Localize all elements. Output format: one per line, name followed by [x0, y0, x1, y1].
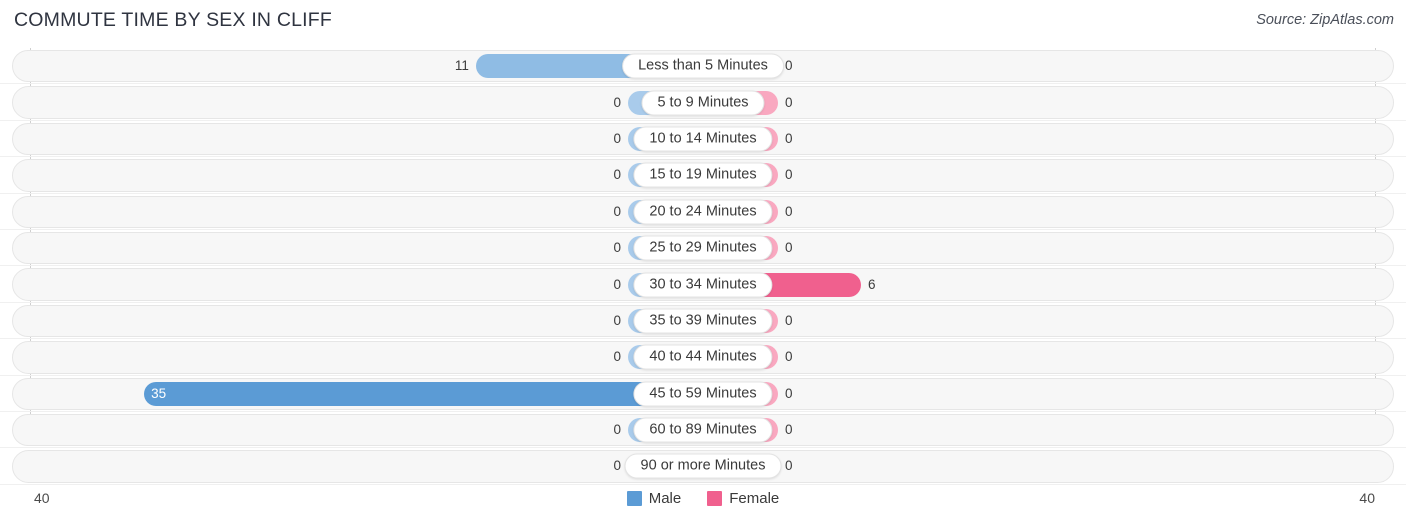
category-label: 5 to 9 Minutes	[641, 90, 765, 116]
bar-row: 0 0 10 to 14 Minutes	[0, 121, 1406, 158]
bar-value-male: 0	[613, 167, 621, 183]
bar-value-male: 0	[613, 94, 621, 110]
legend-item-male[interactable]: Male	[626, 490, 682, 507]
category-label: 20 to 24 Minutes	[633, 199, 773, 225]
legend-label-male: Male	[648, 490, 682, 507]
bar-row: 35 0 45 to 59 Minutes	[0, 376, 1406, 412]
page-title: COMMUTE TIME BY SEX IN CLIFF	[14, 9, 332, 31]
row-separator	[0, 483, 1406, 485]
bar-value-female: 0	[785, 94, 793, 110]
bar-value-female: 0	[785, 385, 793, 401]
bar-value-male: 0	[613, 130, 621, 146]
source-label: Source: ZipAtlas.com	[1256, 12, 1394, 28]
legend-label-female: Female	[729, 490, 780, 507]
bar-row: 0 0 25 to 29 Minutes	[0, 230, 1406, 267]
bar-row: 0 0 5 to 9 Minutes	[0, 84, 1406, 121]
bar-row: 0 0 40 to 44 Minutes	[0, 339, 1406, 376]
bar-value-female: 6	[867, 276, 876, 292]
bar-value-female: 0	[785, 458, 793, 474]
category-label: Less than 5 Minutes	[622, 53, 784, 79]
commute-time-chart: COMMUTE TIME BY SEX IN CLIFF Source: Zip…	[0, 0, 1406, 522]
bar-value-female: 0	[785, 422, 793, 438]
category-label: 40 to 44 Minutes	[633, 344, 773, 370]
plot-area: 11 0 Less than 5 Minutes 0 0 5 to 9 Minutes 0 0…	[0, 48, 1406, 486]
bar-row: 0 0 90 or more Minutes	[0, 448, 1406, 485]
bar-row: 0 0 60 to 89 Minutes	[0, 412, 1406, 449]
legend-item-female[interactable]: Female	[707, 490, 779, 507]
bar-value-female: 0	[785, 240, 793, 256]
category-label: 10 to 14 Minutes	[633, 126, 773, 152]
bar-value-female: 0	[785, 130, 793, 146]
bar-value-female: 0	[785, 312, 793, 328]
bar-value-male: 11	[454, 58, 469, 74]
bar-row: 0 0 15 to 19 Minutes	[0, 157, 1406, 194]
bar-value-male: 0	[613, 422, 621, 438]
legend-swatch-female	[707, 491, 723, 506]
bar-row: 0 6 30 to 34 Minutes	[0, 266, 1406, 303]
legend: Male Female	[0, 490, 1406, 507]
bar-row: 0 0 35 to 39 Minutes	[0, 303, 1406, 340]
bar-value-male: 0	[613, 312, 621, 328]
chart-footer: 40 40 Male Female	[0, 488, 1406, 514]
bar-value-male: 35	[151, 385, 167, 401]
bar-value-male: 0	[613, 203, 621, 219]
category-label: 25 to 29 Minutes	[633, 235, 773, 261]
bar-row: 11 0 Less than 5 Minutes	[0, 48, 1406, 85]
category-label: 60 to 89 Minutes	[633, 417, 773, 443]
category-label: 30 to 34 Minutes	[633, 272, 773, 298]
bar-row: 0 0 20 to 24 Minutes	[0, 194, 1406, 230]
category-label: 45 to 59 Minutes	[633, 381, 773, 407]
category-label: 35 to 39 Minutes	[633, 308, 773, 334]
bar-value-female: 0	[785, 167, 793, 183]
category-label: 90 or more Minutes	[624, 453, 782, 479]
bar-rows: 11 0 Less than 5 Minutes 0 0 5 to 9 Minutes 0 0…	[0, 48, 1406, 485]
bar-male[interactable]	[144, 381, 703, 406]
bar-value-male: 0	[613, 349, 621, 365]
bar-value-female: 0	[785, 58, 793, 74]
bar-value-male: 0	[613, 276, 621, 292]
bar-value-male: 0	[613, 458, 621, 474]
category-label: 15 to 19 Minutes	[633, 162, 773, 188]
bar-value-female: 0	[785, 349, 793, 365]
legend-swatch-male	[626, 491, 642, 506]
bar-value-male: 0	[613, 240, 621, 256]
bar-value-female: 0	[785, 203, 793, 219]
